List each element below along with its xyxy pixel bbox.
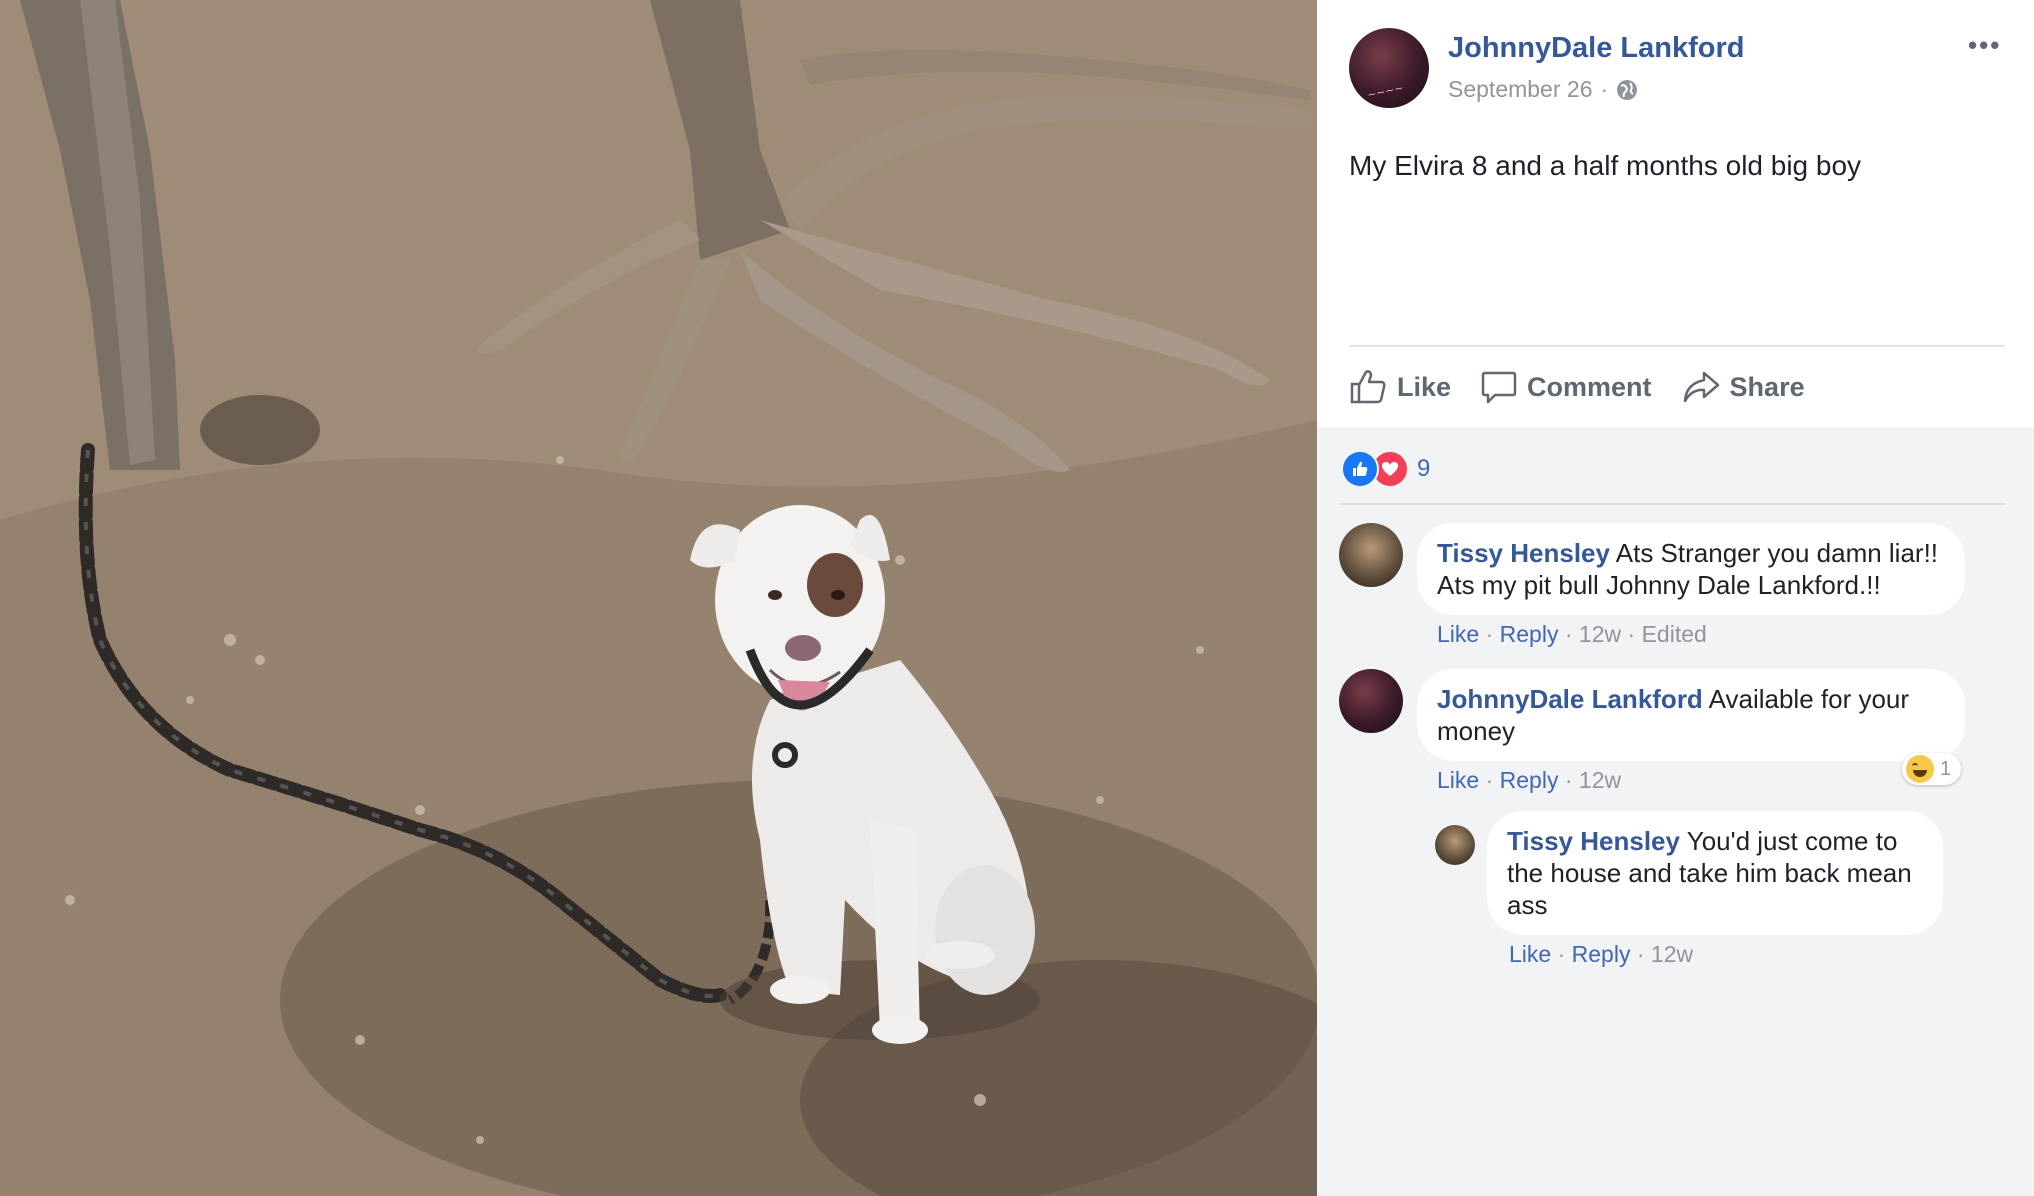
reply-avatar[interactable] — [1435, 825, 1475, 865]
post-sidebar: ~~~~ JohnnyDale Lankford September 26 · … — [1317, 0, 2034, 1196]
comment-button[interactable]: Comment — [1481, 369, 1652, 405]
meta-separator: · — [1600, 76, 1609, 102]
comment-time[interactable]: 12w — [1579, 767, 1621, 793]
share-button[interactable]: Share — [1682, 370, 1805, 404]
reactions-summary[interactable]: 9 — [1341, 450, 1430, 488]
like-reaction-icon — [1341, 450, 1379, 488]
avatar-signature: ~~~~ — [1366, 81, 1405, 102]
comment-label: Comment — [1527, 371, 1652, 402]
post-photo[interactable] — [0, 0, 1317, 1196]
reply-bubble: Tissy Hensley You'd just come to the hou… — [1487, 811, 1943, 935]
like-button[interactable]: Like — [1349, 369, 1451, 405]
comment-footer: Like · Reply · 12w — [1437, 767, 1622, 793]
commenter-name[interactable]: Tissy Hensley — [1437, 538, 1610, 568]
comment-like-link[interactable]: Like — [1509, 941, 1551, 967]
post-actions-bar: Like Comment Share — [1349, 345, 2005, 427]
post-meta: September 26 · — [1448, 76, 1638, 103]
comment-footer: Like · Reply · 12w · Edited — [1437, 621, 1707, 647]
post-date[interactable]: September 26 — [1448, 76, 1592, 103]
comment-reply-link[interactable]: Reply — [1500, 767, 1559, 793]
comments-panel: 9 Tissy Hensley Ats Stranger you damn li… — [1317, 427, 2034, 1196]
comment-reply-link[interactable]: Reply — [1500, 621, 1559, 647]
share-arrow-icon — [1683, 371, 1719, 403]
like-label: Like — [1397, 371, 1452, 402]
globe-icon[interactable] — [1616, 79, 1638, 101]
share-label: Share — [1729, 371, 1805, 402]
comment-bubble-icon — [1481, 371, 1517, 404]
comment-like-link[interactable]: Like — [1437, 621, 1479, 647]
comment-reaction-badge[interactable]: 1 — [1902, 753, 1962, 785]
comment-reaction-count: 1 — [1940, 757, 1952, 780]
commenter-name[interactable]: Tissy Hensley — [1507, 826, 1680, 856]
reply-footer: Like · Reply · 12w — [1509, 941, 1694, 967]
more-options-icon[interactable]: ••• — [1968, 30, 2001, 61]
comment-time[interactable]: 12w — [1579, 621, 1621, 647]
commenter-name[interactable]: JohnnyDale Lankford — [1437, 684, 1703, 714]
comment-avatar[interactable] — [1339, 523, 1403, 587]
dog-photo-illustration — [0, 0, 1317, 1196]
comment-like-link[interactable]: Like — [1437, 767, 1479, 793]
comment-time[interactable]: 12w — [1651, 941, 1693, 967]
reaction-count[interactable]: 9 — [1417, 455, 1430, 483]
comment-bubble: Tissy Hensley Ats Stranger you damn liar… — [1417, 523, 1965, 615]
reactions-divider — [1341, 503, 2005, 505]
thumbs-up-icon — [1350, 370, 1386, 404]
author-name[interactable]: JohnnyDale Lankford — [1448, 32, 1745, 65]
laugh-emoji-icon — [1906, 755, 1934, 783]
post-caption: My Elvira 8 and a half months old big bo… — [1349, 150, 1862, 181]
comment-bubble: JohnnyDale Lankford Available for your m… — [1417, 669, 1965, 761]
comment-edited[interactable]: Edited — [1642, 621, 1707, 647]
author-avatar[interactable]: ~~~~ — [1349, 28, 1429, 108]
comment-avatar[interactable] — [1339, 669, 1403, 733]
comment-reply-link[interactable]: Reply — [1572, 941, 1631, 967]
